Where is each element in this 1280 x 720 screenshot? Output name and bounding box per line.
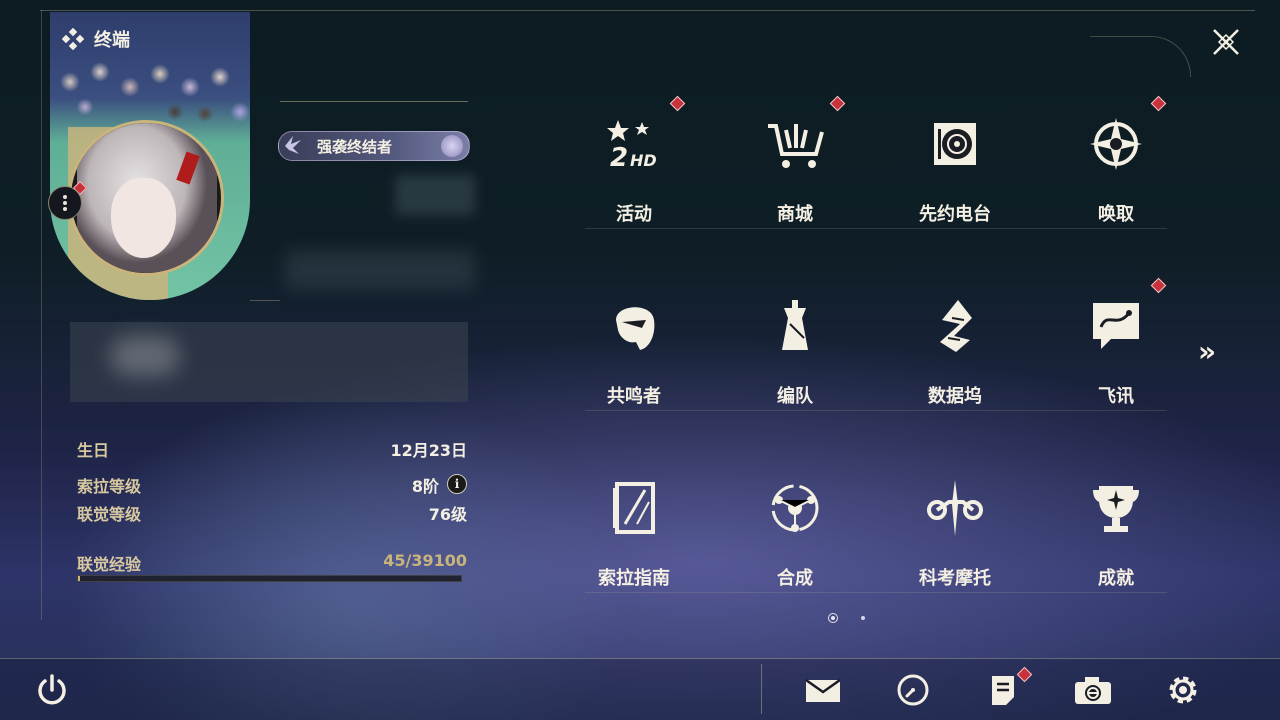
radio-icon	[923, 112, 987, 176]
stat-label-birthday: 生日	[77, 441, 110, 460]
title-badge-label: 强袭终结者	[317, 137, 393, 156]
exp-label: 联觉经验	[77, 555, 142, 574]
synthesis-icon	[763, 476, 827, 540]
menu-item-data-bank[interactable]: 数据坞	[905, 284, 1005, 434]
menu-item-label: 唤取	[1098, 204, 1134, 225]
resonator-portrait-icon	[602, 294, 666, 358]
badge-wing-icon	[285, 136, 301, 154]
menu-item-label: 索拉指南	[598, 568, 670, 589]
power-icon	[38, 674, 66, 705]
power-button[interactable]	[30, 668, 74, 712]
menu-item-guidebook[interactable]: 索拉指南	[584, 466, 684, 616]
exp-progress-fill	[78, 576, 80, 581]
more-options-button[interactable]	[48, 186, 82, 220]
menu-item-events[interactable]: 2 HD 活动	[584, 102, 684, 252]
menu-item-label: 成就	[1098, 568, 1134, 589]
terminal-diamond-icon	[62, 28, 84, 50]
frame-top-line	[40, 10, 1255, 11]
exp-value: 45/39100	[383, 551, 467, 570]
menu-item-motorbike[interactable]: 科考摩托	[905, 466, 1005, 616]
shop-cart-icon	[763, 112, 827, 176]
frame-corner	[1090, 36, 1191, 77]
menu-item-synthesis[interactable]: 合成	[745, 466, 845, 616]
event-2hd-icon: 2 HD	[602, 112, 666, 176]
stat-value-union-level: 76级	[428, 505, 467, 524]
page-indicator-active[interactable]	[828, 613, 838, 623]
mail-button[interactable]	[801, 668, 845, 712]
info-icon[interactable]: i	[447, 474, 467, 494]
menu-item-label: 活动	[616, 204, 652, 225]
stat-value-birthday: 12月23日	[390, 441, 467, 460]
time-button[interactable]	[891, 668, 935, 712]
data-bank-icon	[923, 294, 987, 358]
stat-label-sol-rank: 索拉等级	[77, 477, 142, 496]
close-icon	[1213, 29, 1239, 55]
title-rule	[280, 101, 468, 102]
close-button[interactable]	[1206, 22, 1246, 62]
bottom-bar-line	[0, 658, 1280, 659]
clock-icon	[897, 674, 929, 706]
page-title: 终端	[94, 30, 130, 51]
bottom-divider	[761, 664, 762, 714]
achievement-trophy-icon	[1084, 476, 1148, 540]
menu-item-resonators[interactable]: 共鸣者	[584, 284, 684, 434]
badge-orb-icon	[441, 135, 463, 157]
motorbike-icon	[923, 476, 987, 540]
svg-text:2: 2	[610, 143, 628, 173]
menu-item-label: 飞讯	[1098, 386, 1134, 407]
menu-item-team[interactable]: 编队	[745, 284, 845, 434]
camera-button[interactable]	[1071, 668, 1115, 712]
redacted-text	[285, 250, 475, 290]
menu-item-label: 合成	[777, 568, 813, 589]
page-indicator[interactable]	[861, 616, 865, 620]
more-vertical-icon	[63, 195, 67, 211]
mail-icon	[805, 678, 841, 702]
menu-item-convene[interactable]: 唤取	[1066, 102, 1166, 252]
card-divider	[250, 300, 280, 301]
menu-item-achievements[interactable]: 成就	[1066, 466, 1166, 616]
redacted-text	[395, 175, 475, 215]
menu-item-shop[interactable]: 商城	[745, 102, 845, 252]
stat-value-sol-rank: 8阶	[411, 477, 439, 496]
redacted-signature-panel	[70, 322, 468, 402]
window-title-group: 终端	[62, 26, 130, 52]
menu-item-label: 共鸣者	[607, 386, 661, 407]
menu-item-label: 商城	[777, 204, 813, 225]
message-chat-icon	[1084, 294, 1148, 358]
menu-item-radio[interactable]: 先约电台	[905, 102, 1005, 252]
team-chess-icon	[763, 294, 827, 358]
avatar[interactable]	[68, 120, 224, 276]
frame-left-line	[41, 10, 42, 620]
menu-item-label: 数据坞	[928, 386, 982, 407]
menu-item-label: 先约电台	[919, 204, 991, 225]
stat-label-union-level: 联觉等级	[77, 505, 142, 524]
next-page-arrow-icon[interactable]: »	[1192, 335, 1222, 368]
menu-item-messages[interactable]: 飞讯	[1066, 284, 1166, 434]
summon-compass-icon	[1084, 112, 1148, 176]
notice-document-icon	[992, 676, 1014, 705]
svg-text:HD: HD	[630, 151, 657, 170]
title-badge[interactable]: 强袭终结者	[278, 131, 470, 161]
avatar-face	[111, 178, 176, 258]
camera-icon	[1075, 677, 1111, 704]
exp-progress-bar	[77, 575, 462, 582]
settings-button[interactable]	[1161, 668, 1205, 712]
menu-item-label: 科考摩托	[919, 568, 991, 589]
guidebook-icon	[602, 476, 666, 540]
menu-item-label: 编队	[777, 386, 813, 407]
gear-icon	[1169, 676, 1197, 704]
